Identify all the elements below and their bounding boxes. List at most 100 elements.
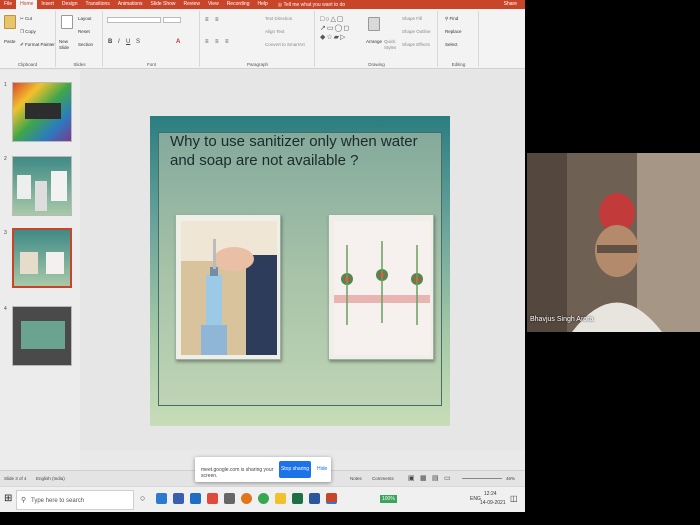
tab-view[interactable]: View [204,0,223,9]
share-button[interactable]: Share [504,0,517,9]
slide-thumbnail-1[interactable] [12,82,72,142]
thumb-number-1: 1 [4,82,7,88]
slides-group: New Slide Layout Reset Section Slides [57,11,103,67]
language-indicator[interactable]: English (India) [36,476,65,481]
find-label: Find [449,16,459,21]
task-view-icon[interactable]: ○ [140,493,145,503]
taskbar-search[interactable]: ⚲ Type here to search [16,490,134,510]
new-slide-button[interactable]: New Slide [59,39,75,51]
sorter-view-icon[interactable]: ▦ [420,474,427,482]
notes-button[interactable]: Notes [350,476,362,481]
share-message: meet.google.com is sharing your screen. [201,467,274,479]
participant-video-tile[interactable]: Bhavjus Singh Arora [527,153,700,332]
arrange-icon[interactable] [368,17,380,31]
tab-transitions[interactable]: Transitions [82,0,114,9]
thumb-number-3: 3 [4,230,7,236]
paragraph-group: ≡ ≡ ≡ ≡ ≡ Text Direction Align Text Conv… [201,11,315,67]
font-name-field[interactable] [107,17,161,23]
bold-icon[interactable]: B [108,39,112,45]
drawing-group: □○△▢ ↗▭◯◻ ◆☆▰▷ Arrange Quick Styles Shape … [316,11,438,67]
virus-image[interactable] [328,214,434,360]
thumb-number-2: 2 [4,156,7,162]
font-color-icon[interactable]: A [176,39,180,45]
slide-thumbnail-4[interactable] [12,306,72,366]
file-explorer-icon[interactable] [275,493,286,504]
normal-view-icon[interactable]: ▣ [408,474,415,482]
edge-icon[interactable] [156,493,167,504]
numbering-icon[interactable]: ≡ [215,17,219,23]
paste-icon[interactable] [4,15,16,29]
zoom-level[interactable]: 46% [506,476,515,481]
quick-styles-button[interactable]: Quick Styles [384,39,398,51]
align-center-icon[interactable]: ≡ [215,39,219,45]
cut-button[interactable]: ✂ Cut [20,16,32,22]
new-slide-icon[interactable] [61,15,73,29]
tab-animations[interactable]: Animations [114,0,147,9]
tab-review[interactable]: Review [180,0,204,9]
ribbon: Paste ✂ Cut ❐ Copy ✐ Format Painter Clip… [0,9,525,69]
font-size-field[interactable] [163,17,181,23]
slide-canvas[interactable]: Why to use sanitizer only when water and… [150,116,450,426]
strikethrough-icon[interactable]: S [136,39,140,45]
replace-button[interactable]: Replace [445,29,462,34]
underline-icon[interactable]: U [126,39,130,45]
clock-date[interactable]: 14-09-2021 [480,500,506,506]
chrome-icon[interactable] [258,493,269,504]
convert-smartart-button[interactable]: Convert to SmartArt [265,42,305,47]
tab-help[interactable]: Help [253,0,271,9]
slide-thumbnail-2[interactable] [12,156,72,216]
comments-button[interactable]: Comments [372,476,394,481]
teams-icon[interactable] [173,493,184,504]
excel-icon[interactable] [292,493,303,504]
align-text-button[interactable]: Align Text [265,29,284,34]
paste-button[interactable]: Paste [4,39,16,44]
section-button[interactable]: Section [78,42,93,47]
notifications-icon[interactable]: ◫ [510,494,518,503]
bullets-icon[interactable]: ≡ [205,17,209,23]
firefox-icon[interactable] [241,493,252,504]
tab-design[interactable]: Design [58,0,82,9]
tab-insert[interactable]: Insert [37,0,58,9]
format-painter-button[interactable]: ✐ Format Painter [20,42,55,48]
battery-badge[interactable]: 100% [380,495,397,503]
reading-view-icon[interactable]: ▤ [432,474,439,482]
align-left-icon[interactable]: ≡ [205,39,209,45]
select-button[interactable]: Select [445,42,458,47]
italic-icon[interactable]: I [118,39,120,45]
taskbar: ⊞ ⚲ Type here to search ○ 100% ENG 12:24… [0,486,525,512]
mcafee-icon[interactable] [207,493,218,504]
tab-slide-show[interactable]: Slide Show [147,0,180,9]
tab-file[interactable]: File [0,0,16,9]
windows-start-icon[interactable]: ⊞ [4,493,12,504]
virus-picture [334,221,430,355]
zoom-slider[interactable] [462,478,502,479]
search-icon: ⚲ [21,497,27,504]
copy-button[interactable]: ❐ Copy [20,29,36,35]
layout-button[interactable]: Layout [78,16,92,21]
reset-button[interactable]: Reset [78,29,90,34]
shape-effects-button[interactable]: Shape Effects [402,42,430,47]
tab-home[interactable]: Home [16,0,38,9]
align-right-icon[interactable]: ≡ [225,39,229,45]
app-icon[interactable] [224,493,235,504]
stop-sharing-button[interactable]: Stop sharing [279,461,311,478]
tab-recording[interactable]: Recording [223,0,254,9]
word-icon[interactable] [309,493,320,504]
hide-button[interactable]: Hide [317,461,327,478]
arrange-button[interactable]: Arrange [366,39,382,44]
cut-label: Cut [25,16,33,21]
slideshow-view-icon[interactable]: ▭ [444,474,451,482]
calendar-icon[interactable] [190,493,201,504]
shape-outline-button[interactable]: Shape Outline [402,29,431,34]
tell-me-search[interactable]: ◎ Tell me what you want to do [278,2,345,8]
find-button[interactable]: ⚲ Find [445,16,458,22]
participant-name: Bhavjus Singh Arora [530,316,594,323]
slide-thumbnail-3[interactable] [12,228,72,288]
slide-title[interactable]: Why to use sanitizer only when water and… [170,132,420,170]
text-direction-button[interactable]: Text Direction [265,16,292,21]
powerpoint-icon[interactable] [326,493,337,504]
shape-fill-button[interactable]: Shape Fill [402,16,422,21]
clock-time[interactable]: 12:24 [484,491,497,497]
sanitizer-image[interactable] [175,214,281,360]
shapes-gallery[interactable]: □○△▢ ↗▭◯◻ ◆☆▰▷ [320,15,364,49]
